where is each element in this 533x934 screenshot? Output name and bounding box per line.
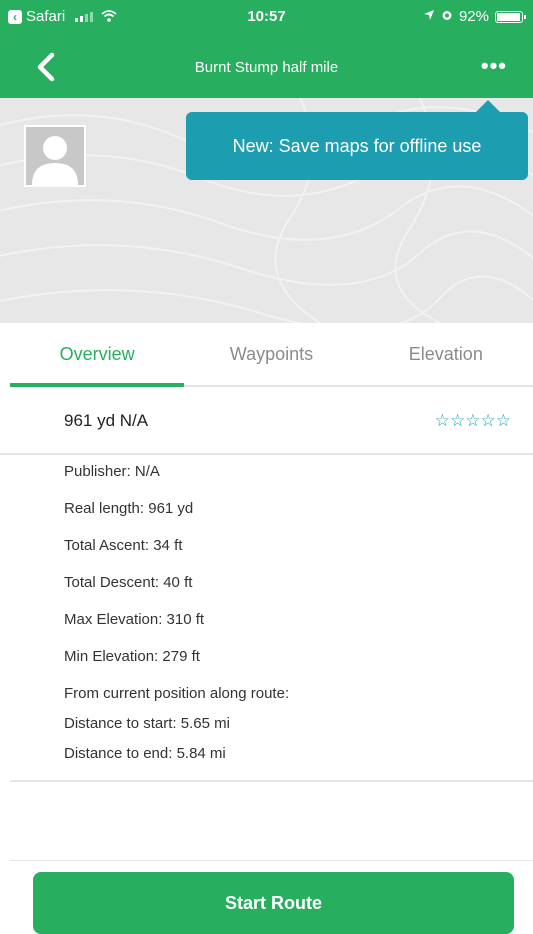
publisher-avatar bbox=[24, 125, 86, 187]
detail-distance-to-end: Distance to end: 5.84 mi bbox=[64, 745, 226, 762]
detail-publisher: Publisher: N/A bbox=[64, 463, 160, 480]
start-route-button[interactable]: Start Route bbox=[33, 872, 514, 934]
offline-maps-tooltip[interactable]: New: Save maps for offline use bbox=[186, 100, 528, 180]
detail-total-ascent: Total Ascent: 34 ft bbox=[64, 537, 183, 554]
alarm-icon bbox=[441, 8, 453, 25]
route-summary: 961 yd N/A bbox=[64, 411, 149, 430]
tab-waypoints[interactable]: Waypoints bbox=[184, 323, 358, 385]
detail-real-length: Real length: 961 yd bbox=[64, 500, 194, 517]
star-rating[interactable]: ☆☆☆☆☆ bbox=[435, 411, 511, 431]
tab-elevation[interactable]: Elevation bbox=[359, 323, 533, 385]
route-details-list: Publisher: N/A Real length: 961 yd Total… bbox=[64, 462, 524, 774]
more-options-button[interactable]: ••• bbox=[481, 55, 507, 77]
detail-max-elevation: Max Elevation: 310 ft bbox=[64, 611, 205, 628]
detail-distance-to-start: Distance to start: 5.65 mi bbox=[64, 715, 230, 732]
page-title: Burnt Stump half mile bbox=[194, 59, 339, 76]
tooltip-arrow bbox=[476, 100, 500, 112]
location-arrow-icon bbox=[423, 8, 435, 25]
user-silhouette-icon bbox=[32, 136, 78, 185]
route-summary-row: 961 yd N/A ☆☆☆☆☆ bbox=[0, 387, 533, 455]
tab-bar: Overview Waypoints Elevation bbox=[10, 323, 533, 387]
tooltip-text: New: Save maps for offline use bbox=[232, 135, 482, 156]
detail-total-descent: Total Descent: 40 ft bbox=[64, 574, 193, 591]
detail-min-elevation: Min Elevation: 279 ft bbox=[64, 648, 200, 665]
bottom-divider bbox=[10, 860, 533, 861]
nav-bar: Burnt Stump half mile ••• bbox=[0, 36, 533, 98]
details-divider bbox=[10, 780, 533, 782]
detail-current-position-heading: From current position along route: bbox=[64, 685, 290, 702]
battery-icon bbox=[495, 10, 526, 23]
status-right: 92% bbox=[423, 8, 526, 25]
status-bar: ‹ Safari 10:57 92% bbox=[0, 0, 533, 36]
tab-overview[interactable]: Overview bbox=[10, 323, 185, 387]
route-details-screen: ‹ Safari 10:57 92% Burnt Stump half mile… bbox=[0, 0, 533, 934]
battery-percent: 92% bbox=[458, 8, 489, 25]
